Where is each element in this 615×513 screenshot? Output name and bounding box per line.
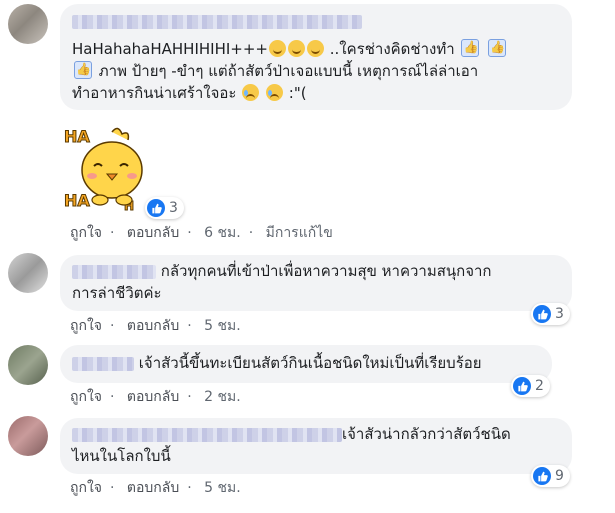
like-link[interactable]: ถูกใจ [70, 225, 102, 241]
timestamp[interactable]: 6 ชม. [204, 225, 241, 241]
comment-actions: ถูกใจ · ตอบกลับ · 5 ชม. [70, 318, 241, 334]
comment-text: ภาพ ป้ายๆ -ขำๆ แต่ถ้าสัตว์ป่าเจอแบบนี้ เ… [98, 62, 479, 80]
timestamp[interactable]: 5 ชม. [204, 318, 241, 334]
smiling-face-icon [287, 40, 305, 57]
reaction-summary[interactable]: 3 [145, 197, 184, 219]
thumbs-up-icon [533, 467, 551, 485]
timestamp[interactable]: 2 ชม. [204, 389, 241, 405]
commenter-name[interactable] [72, 264, 156, 279]
comment-text: :"( [288, 84, 307, 102]
thumbs-up-icon [147, 199, 165, 217]
reaction-count: 3 [555, 306, 564, 322]
comment-text: ..ใครช่างคิดช่างทำ [329, 40, 455, 58]
reaction-count: 2 [535, 378, 544, 394]
reaction-summary[interactable]: 3 [531, 303, 570, 325]
like-link[interactable]: ถูกใจ [70, 318, 102, 334]
reply-link[interactable]: ตอบกลับ [127, 389, 179, 405]
smiling-face-icon [306, 40, 324, 57]
commenter-name[interactable] [72, 356, 134, 371]
thumbs-up-icon [513, 377, 531, 395]
like-link[interactable]: ถูกใจ [70, 389, 102, 405]
svg-text:HA: HA [64, 127, 90, 146]
comment-actions: ถูกใจ · ตอบกลับ · 5 ชม. [70, 480, 241, 496]
reaction-summary[interactable]: 2 [511, 375, 550, 397]
chick-sticker-icon: HA HA H [64, 127, 143, 214]
reaction-count: 9 [555, 468, 564, 484]
comment-text: เจ้าสัวนี้ขึ้นทะเบียนสัตว์กินเนื้อชนิดให… [138, 354, 482, 372]
reaction-summary[interactable]: 9 [531, 465, 570, 487]
sad-face-icon [266, 84, 283, 101]
comment-actions: ถูกใจ · ตอบกลับ · 6 ชม. · มีการแก้ไข [70, 225, 333, 241]
comment-text: HaHahahaHAHHIHIHI+++ [72, 40, 268, 58]
thumbs-up-emoji-icon [488, 39, 507, 57]
comment-text: ไหนในโลกใบนี้ [72, 447, 171, 465]
reply-link[interactable]: ตอบกลับ [127, 318, 179, 334]
commenter-avatar[interactable] [8, 4, 48, 44]
comment-bubble: HaHahahaHAHHIHIHI+++ ..ใครช่างคิดช่างทำ … [60, 4, 572, 110]
comment-actions: ถูกใจ · ตอบกลับ · 2 ชม. [70, 389, 241, 405]
reaction-count: 3 [169, 200, 178, 216]
commenter-name[interactable] [72, 427, 342, 442]
comment-text: เจ้าสัวน่ากลัวกว่าสัตว์ชนิด [342, 425, 511, 443]
comment-text: ทำอาหารกินน่าเศร้าใจอะ [72, 84, 237, 102]
sad-face-icon [242, 84, 260, 101]
edited-label[interactable]: มีการแก้ไข [266, 225, 333, 241]
commenter-avatar[interactable] [8, 416, 48, 456]
commenter-avatar[interactable] [8, 345, 48, 385]
comment-bubble: กลัวทุกคนที่เข้าป่าเพื่อหาความสุข หาความ… [60, 255, 572, 311]
sticker-image[interactable]: HA HA H [62, 122, 150, 218]
reply-link[interactable]: ตอบกลับ [127, 480, 179, 496]
smiling-face-icon [268, 40, 286, 57]
like-link[interactable]: ถูกใจ [70, 480, 102, 496]
thumbs-up-icon [533, 305, 551, 323]
comment-text: กลัวทุกคนที่เข้าป่าเพื่อหาความสุข หาความ… [160, 262, 492, 280]
commenter-avatar[interactable] [8, 253, 48, 293]
reply-link[interactable]: ตอบกลับ [127, 225, 179, 241]
comment-text: การล่าชีวิตค่ะ [72, 284, 162, 302]
svg-text:HA: HA [64, 191, 90, 210]
comment-bubble: เจ้าสัวน่ากลัวกว่าสัตว์ชนิด ไหนในโลกใบนี… [60, 418, 572, 474]
timestamp[interactable]: 5 ชม. [204, 480, 241, 496]
commenter-name[interactable] [72, 14, 362, 29]
thumbs-up-emoji-icon [461, 39, 480, 57]
thumbs-up-emoji-icon [74, 61, 92, 79]
comment-bubble: เจ้าสัวนี้ขึ้นทะเบียนสัตว์กินเนื้อชนิดให… [60, 345, 552, 383]
